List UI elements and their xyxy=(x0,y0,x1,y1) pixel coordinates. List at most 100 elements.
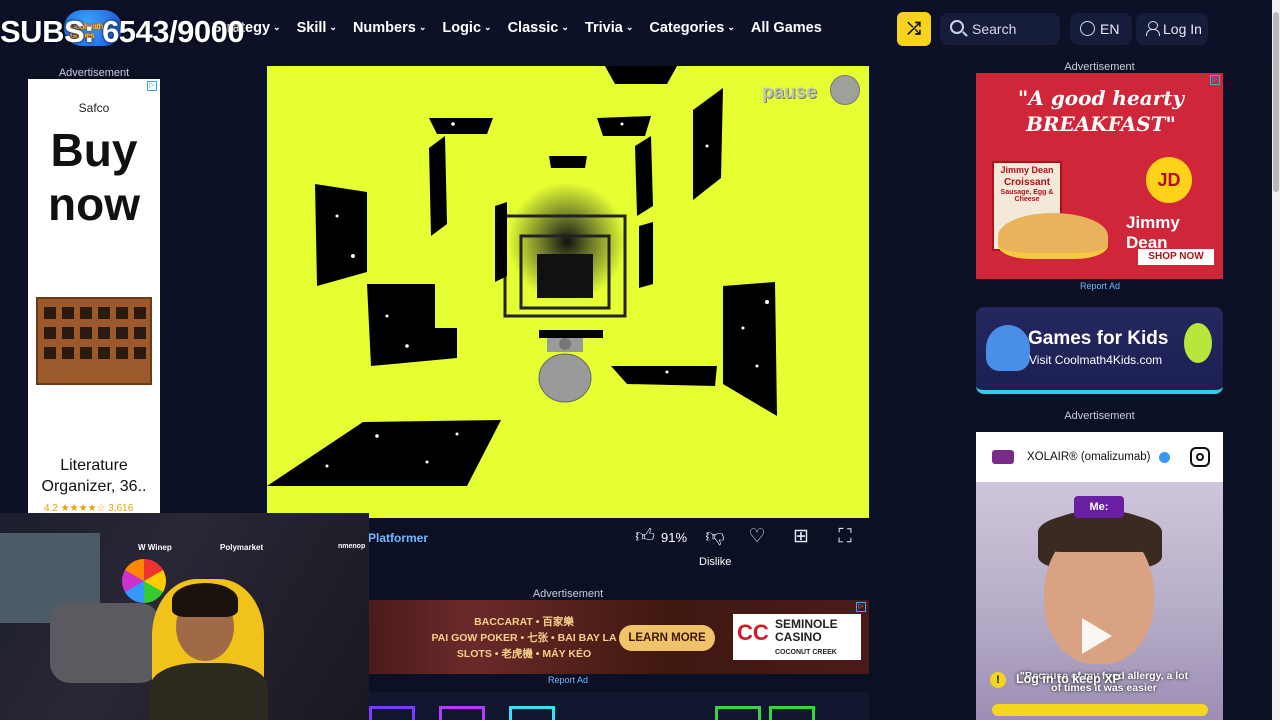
octopus-mascot xyxy=(986,325,1030,371)
nav-item-label: Logic xyxy=(442,20,482,36)
report-ad-link[interactable]: Report Ad xyxy=(548,675,588,685)
streamer-hair xyxy=(172,583,238,617)
nav-item-label: Classic xyxy=(507,20,559,36)
kids-title: Games for Kids xyxy=(1028,328,1169,349)
language-selector[interactable]: EN xyxy=(1070,13,1132,45)
left-ad-banner[interactable]: ▷ Safco Buy now Literature Organizer, 36..… xyxy=(28,79,160,514)
background-sofa xyxy=(50,603,160,683)
search-icon xyxy=(950,20,964,34)
casino-line-1: BACCARAT • 百家樂 xyxy=(474,616,574,628)
search-box[interactable]: Search xyxy=(940,13,1060,45)
jimmy-dean-brand: Jimmy Dean xyxy=(1126,213,1180,252)
instagram-video-ad[interactable]: XOLAIR® (omalizumab) Me: "Because of my … xyxy=(976,432,1223,720)
like-percent: 91% xyxy=(661,530,688,545)
nav-item-label: Numbers xyxy=(352,20,416,36)
pause-button[interactable] xyxy=(830,75,860,105)
coolmath4kids-banner[interactable]: Games for Kids Visit Coolmath4Kids.com xyxy=(976,307,1223,394)
casino-mark: CC xyxy=(737,620,769,645)
ad-headline-2: now xyxy=(48,178,140,230)
scrollbar-thumb[interactable] xyxy=(1273,12,1279,192)
shop-now-button[interactable]: SHOP NOW xyxy=(1138,249,1214,265)
nav-item-numbers[interactable]: Numbers ⌄ xyxy=(353,20,426,36)
video-tag: Me: xyxy=(1074,496,1124,518)
jimmy-dean-ad[interactable]: ▷ "A good hearty BREAKFAST" Jimmy Dean Cr… xyxy=(976,73,1223,279)
nav-menu: Strategy ⌄ Skill ⌄ Numbers ⌄ Logic ⌄ Classic ⌄ Tri… xyxy=(212,20,838,36)
shuffle-button[interactable]: ⤮ xyxy=(897,12,931,46)
kids-subtitle: Visit Coolmath4Kids.com xyxy=(1029,353,1163,367)
xolair-logo xyxy=(992,450,1014,464)
box-sub: Sausage, Egg & Cheese xyxy=(1000,189,1054,203)
nav-item-all-games[interactable]: All Games xyxy=(751,20,822,36)
casino-ad-banner[interactable]: ▷ BACCARAT • 百家樂 PAI GOW POKER • 七张 • BA… xyxy=(369,600,869,674)
search-placeholder: Search xyxy=(972,21,1017,37)
ad-headline-1: Buy xyxy=(50,124,138,176)
learn-more-button[interactable]: LEARN MORE xyxy=(619,625,715,651)
fullscreen-icon[interactable]: ⛶ xyxy=(834,526,856,548)
chevron-down-icon: ⌄ xyxy=(625,22,634,32)
report-ad-link-right[interactable]: Report Ad xyxy=(1080,281,1120,291)
nav-item-classic[interactable]: Classic ⌄ xyxy=(508,20,569,36)
thumbs-down-icon[interactable]: 👎︎ xyxy=(704,526,726,548)
shuffle-icon: ⤮ xyxy=(907,19,921,38)
nav-item-label: Categories xyxy=(649,20,725,36)
alien-mascot xyxy=(1184,323,1212,363)
language-label: EN xyxy=(1100,21,1120,37)
neon-sign-3: nmenop xyxy=(338,543,366,550)
play-icon[interactable] xyxy=(1082,618,1112,654)
tunnel-graphic xyxy=(267,66,777,486)
insta-account: XOLAIR® (omalizumab) xyxy=(1027,451,1151,463)
xp-login-prompt[interactable]: Log in to keep XP xyxy=(1016,672,1121,686)
croissant-image xyxy=(998,213,1108,259)
casino-name-3: COCONUT CREEK xyxy=(775,649,837,656)
pause-label[interactable]: pause xyxy=(762,82,817,104)
game-canvas[interactable]: pause xyxy=(267,66,869,518)
adchoices-icon[interactable]: ▷ xyxy=(147,81,157,91)
video-player[interactable]: Me: "Because of my food allergy, a lot o… xyxy=(976,482,1223,720)
game-thumbnails-strip xyxy=(369,692,869,720)
nav-item-label: Trivia xyxy=(584,20,623,36)
chevron-down-icon: ⌄ xyxy=(329,22,337,32)
ad-product-name: Literature Organizer, 36.. xyxy=(28,455,160,497)
nav-item-logic[interactable]: Logic ⌄ xyxy=(442,20,491,36)
video-hair xyxy=(1038,512,1162,552)
organizer-image xyxy=(36,297,152,385)
neon-sign-1: W Winep xyxy=(138,543,172,552)
user-icon xyxy=(1146,21,1160,36)
casino-ad-text: BACCARAT • 百家樂 PAI GOW POKER • 七张 • BAI … xyxy=(429,614,619,662)
login-button[interactable]: Log In xyxy=(1136,13,1208,45)
box-brand: Jimmy Dean xyxy=(1000,165,1054,175)
warning-icon: ! xyxy=(990,672,1006,688)
prize-wheel xyxy=(122,559,166,603)
thumbs-up-icon[interactable]: 👍︎ xyxy=(634,526,656,548)
right-ad-label-bottom: Advertisement xyxy=(1064,410,1135,422)
nav-item-trivia[interactable]: Trivia ⌄ xyxy=(585,20,633,36)
casino-name-1: SEMINOLE xyxy=(775,617,838,631)
nav-item-skill[interactable]: Skill ⌄ xyxy=(297,20,337,36)
chevron-down-icon: ⌄ xyxy=(727,22,735,32)
product-line-1: Literature xyxy=(60,457,128,474)
chevron-down-icon: ⌄ xyxy=(561,22,569,32)
heart-icon[interactable]: ♡ xyxy=(746,526,768,548)
box-product: Croissant xyxy=(1003,177,1051,188)
breakfast-headline: "A good hearty BREAKFAST" xyxy=(1017,86,1185,136)
add-playlist-icon[interactable]: ⊞ xyxy=(790,526,812,548)
instagram-icon[interactable] xyxy=(1190,447,1210,467)
chevron-down-icon: ⌄ xyxy=(418,22,427,32)
chevron-down-icon: ⌄ xyxy=(484,22,492,32)
left-ad-label: Advertisement xyxy=(58,67,130,79)
page-scrollbar[interactable] xyxy=(1272,0,1280,720)
login-label: Log In xyxy=(1163,21,1202,37)
xp-progress-bar xyxy=(992,704,1208,716)
casino-name: SEMINOLE CASINO COCONUT CREEK xyxy=(775,618,838,659)
adchoices-icon[interactable]: ▷ xyxy=(1210,75,1220,85)
casino-line-2: PAI GOW POKER • 七张 • BAI BAY LA xyxy=(431,632,617,644)
ad-headline: Buy now xyxy=(28,123,160,231)
casino-name-2: CASINO xyxy=(775,630,822,644)
casino-line-3: SLOTS • 老虎機 • MÁY KÉO xyxy=(456,648,592,660)
adchoices-icon[interactable]: ▷ xyxy=(856,602,866,612)
subscriber-counter-overlay: SUBS: 6543/9000 xyxy=(0,14,245,49)
streamer-webcam: W Winep Polymarket nmenop xyxy=(0,513,369,720)
category-link-platformer[interactable]: Platformer xyxy=(368,531,428,545)
nav-item-categories[interactable]: Categories ⌄ xyxy=(649,20,735,36)
right-ad-label-top: Advertisement xyxy=(1064,61,1135,73)
